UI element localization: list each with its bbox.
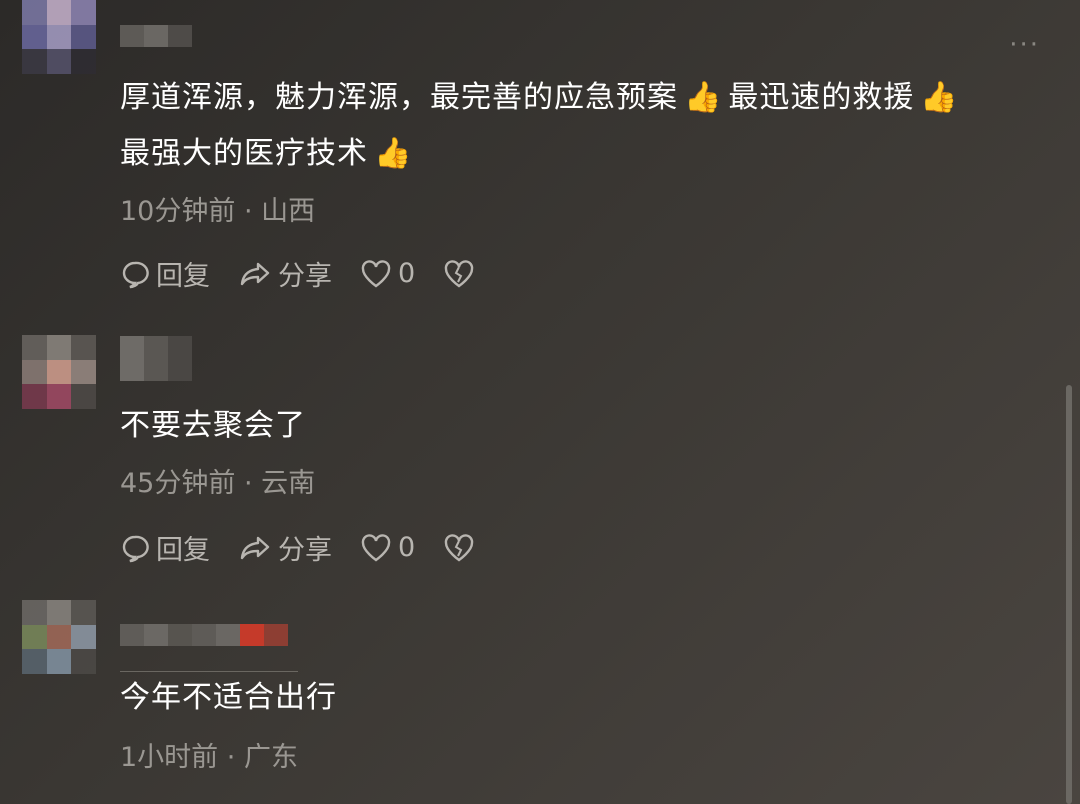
separator: ·: [243, 468, 253, 499]
like-button[interactable]: 0: [360, 532, 415, 563]
avatar[interactable]: [22, 0, 96, 74]
avatar[interactable]: [22, 335, 96, 409]
comment-text: 厚道浑源，魅力浑源，最完善的应急预案 👍 最迅速的救援 👍 最强大的医疗技术 👍: [120, 80, 959, 171]
reply-button[interactable]: 回复: [120, 528, 210, 567]
comment-meta: 45分钟前 · 云南: [120, 461, 315, 500]
thumbs-up-icon: 👍: [920, 80, 959, 115]
like-button[interactable]: 0: [360, 258, 415, 289]
username-blurred[interactable]: [120, 336, 192, 381]
comment-meta: 1小时前 · 广东: [120, 735, 298, 774]
separator: ·: [226, 742, 236, 773]
reply-label: 回复: [156, 535, 210, 566]
dislike-button[interactable]: [443, 259, 481, 289]
comment-actions: 回复 分享 0: [120, 528, 509, 567]
comment-meta: 10分钟前 · 山西: [120, 189, 315, 228]
comment-time: 10分钟前: [120, 196, 236, 227]
comment-bubble-icon: [122, 261, 149, 288]
reply-label: 回复: [156, 261, 210, 292]
share-button[interactable]: 分享: [238, 528, 332, 567]
comment-location: 云南: [261, 468, 316, 499]
comment-bubble-icon: [122, 535, 149, 562]
share-button[interactable]: 分享: [238, 254, 332, 293]
comment-actions: 回复 分享 0: [120, 254, 509, 293]
scrollbar[interactable]: [1066, 385, 1072, 804]
share-label: 分享: [278, 535, 332, 566]
heart-icon: [361, 533, 391, 561]
share-label: 分享: [278, 261, 332, 292]
thumbs-up-icon: 👍: [684, 80, 723, 115]
broken-heart-icon: [444, 259, 474, 287]
thumbs-up-icon: 👍: [374, 136, 413, 171]
avatar[interactable]: [22, 600, 96, 674]
comment-time: 1小时前: [120, 742, 219, 773]
username-blurred[interactable]: [120, 624, 288, 646]
comment-text: 今年不适合出行: [120, 680, 337, 715]
comment-text: 不要去聚会了: [120, 408, 306, 443]
separator: ·: [243, 196, 253, 227]
like-count: 0: [398, 532, 416, 563]
comment-location: 山西: [261, 196, 316, 227]
share-arrow-icon: [240, 262, 270, 285]
like-count: 0: [398, 258, 416, 289]
dislike-button[interactable]: [443, 533, 481, 563]
reply-button[interactable]: 回复: [120, 254, 210, 293]
broken-heart-icon: [444, 533, 474, 561]
comment-time: 45分钟前: [120, 468, 236, 499]
username-blurred[interactable]: [120, 25, 192, 47]
comment-location: 广东: [243, 742, 298, 773]
more-options-icon[interactable]: ···: [1009, 30, 1040, 60]
heart-icon: [361, 259, 391, 287]
share-arrow-icon: [240, 536, 270, 559]
